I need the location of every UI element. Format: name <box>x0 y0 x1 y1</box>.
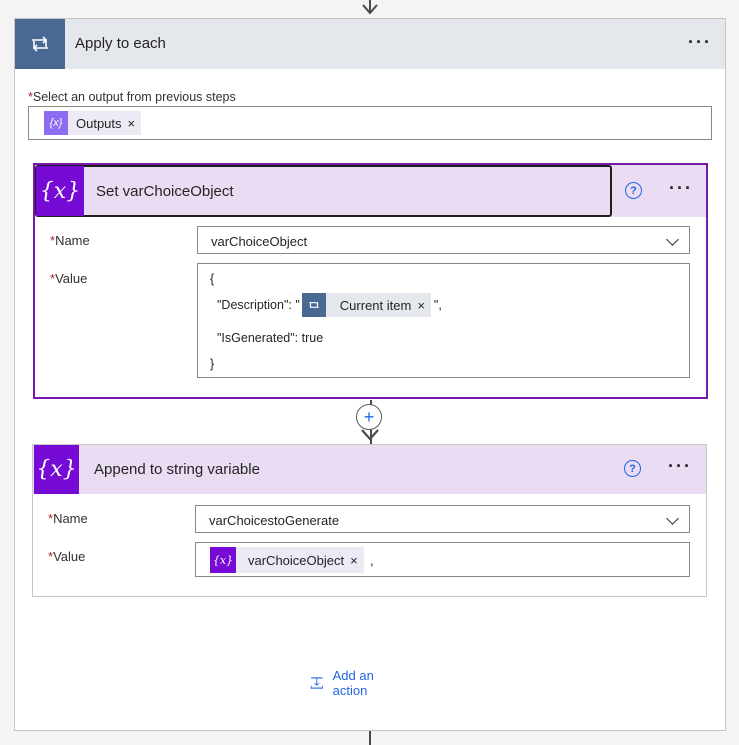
value-label-text: Value <box>55 271 88 286</box>
insert-step-button[interactable]: + <box>356 404 382 430</box>
add-action-icon <box>310 677 323 689</box>
flow-canvas: Apply to each ··· *Select an output from… <box>0 0 739 745</box>
variable-name-value: varChoicestoGenerate <box>209 513 340 528</box>
value-label-text: Value <box>53 549 86 564</box>
help-icon[interactable]: ? <box>625 182 642 199</box>
variable-name-value: varChoiceObject <box>211 234 308 249</box>
set-variable-title: Set varChoiceObject <box>96 183 234 200</box>
down-arrow-icon <box>362 4 378 15</box>
code-description-line: "Description": " Current item × ", <box>217 292 442 318</box>
select-output-label: *Select an output from previous steps <box>28 90 236 104</box>
current-item-label: Current item <box>339 297 412 313</box>
variable-value-input[interactable]: { "Description": " Current item × ", "Is… <box>197 263 690 378</box>
name-label: *Name <box>48 511 88 526</box>
name-label: *Name <box>50 233 90 248</box>
set-variable-more-options-icon[interactable]: ··· <box>669 178 693 199</box>
outputs-token[interactable]: {x} Outputs × <box>44 111 142 135</box>
code-isgenerated-line: "IsGenerated": true <box>217 331 324 345</box>
variable-name-select[interactable]: varChoiceObject <box>197 226 690 254</box>
code-open-brace: { <box>210 272 215 286</box>
description-end: ", <box>433 298 442 312</box>
remove-token-icon[interactable]: × <box>417 298 431 313</box>
append-variable-title: Append to string variable <box>94 461 260 478</box>
append-variable-header[interactable]: {x} Append to string variable ? ··· <box>33 445 706 494</box>
trailing-comma: , <box>370 553 374 568</box>
loop-icon <box>301 293 326 317</box>
set-variable-card: {x} Set varChoiceObject ? ··· *Name varC… <box>33 163 708 399</box>
bottom-connector-line <box>369 731 371 745</box>
set-variable-header[interactable]: {x} Set varChoiceObject ? ··· <box>35 165 706 217</box>
append-variable-more-options-icon[interactable]: ··· <box>668 456 692 477</box>
chevron-down-icon <box>666 233 679 246</box>
remove-token-icon[interactable]: × <box>350 553 364 568</box>
append-variable-card: {x} Append to string variable ? ··· *Nam… <box>32 444 707 597</box>
code-close-brace: } <box>210 357 215 371</box>
current-item-token[interactable]: Current item × <box>301 293 431 317</box>
select-output-input[interactable]: {x} Outputs × <box>28 106 712 140</box>
variable-icon: {x} <box>34 445 79 494</box>
var-choice-object-label: varChoiceObject <box>248 552 345 568</box>
name-label-text: Name <box>55 233 90 248</box>
remove-token-icon[interactable]: × <box>128 116 142 131</box>
value-label: *Value <box>50 271 87 286</box>
select-output-label-text: Select an output from previous steps <box>32 90 236 104</box>
add-an-action-label: Add an action <box>332 668 374 698</box>
help-icon[interactable]: ? <box>624 460 641 477</box>
variable-name-select[interactable]: varChoicestoGenerate <box>195 505 690 533</box>
description-key: "Description": " <box>217 298 300 312</box>
var-choice-object-token[interactable]: {x} varChoiceObject × <box>210 547 364 573</box>
variable-icon: {x} <box>36 166 84 216</box>
apply-to-each-container: Apply to each ··· *Select an output from… <box>14 18 726 731</box>
apply-to-each-header[interactable]: Apply to each ··· <box>15 19 725 69</box>
apply-more-options-icon[interactable]: ··· <box>688 32 712 53</box>
variable-icon: {x} <box>210 547 236 573</box>
loop-icon <box>15 19 65 69</box>
chevron-down-icon <box>666 512 679 525</box>
apply-to-each-title: Apply to each <box>75 35 166 52</box>
value-label: *Value <box>48 549 85 564</box>
name-label-text: Name <box>53 511 88 526</box>
expression-icon: {x} <box>44 111 68 135</box>
add-an-action-button[interactable]: Add an action <box>310 668 378 698</box>
down-arrow-icon <box>361 429 379 441</box>
outputs-token-label: Outputs <box>76 115 122 131</box>
append-value-input[interactable]: {x} varChoiceObject × , <box>195 542 690 577</box>
